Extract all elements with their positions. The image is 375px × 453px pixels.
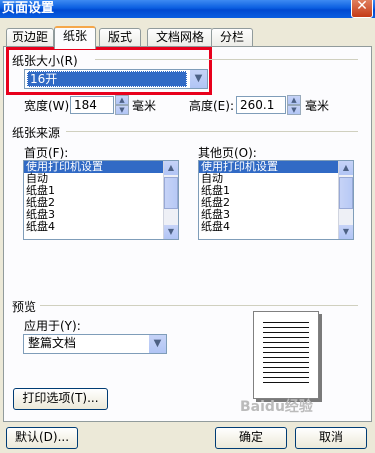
title-bar: 页面设置 ✕ (0, 0, 375, 18)
scroll-down-icon[interactable]: ▼ (164, 225, 178, 239)
width-unit: 毫米 (132, 99, 157, 113)
scroll-thumb[interactable] (339, 177, 353, 209)
divider (66, 131, 358, 132)
default-button[interactable]: 默认(D)... (6, 427, 78, 449)
scroll-down-icon[interactable]: ▼ (339, 225, 353, 239)
height-value: 260.1 (240, 98, 275, 112)
scroll-up-icon[interactable]: ▲ (164, 161, 178, 175)
ok-button[interactable]: 确定 (215, 427, 287, 449)
paper-size-label: 纸张大小(R) (12, 54, 78, 68)
chevron-down-icon[interactable]: ▼ (189, 70, 207, 88)
preview-label: 预览 (12, 300, 37, 314)
list-item[interactable]: 纸盘4 (199, 221, 353, 233)
width-input[interactable]: 184 (70, 96, 114, 114)
cancel-button[interactable]: 取消 (295, 427, 367, 449)
watermark-text: Baidu经验 (240, 399, 313, 415)
width-up-icon[interactable]: ▲ (115, 95, 129, 105)
tab-paper[interactable]: 纸张 (54, 26, 96, 49)
tab-layout[interactable]: 版式 (99, 28, 141, 47)
width-value: 184 (74, 98, 97, 112)
apply-to-value: 整篇文档 (28, 336, 77, 350)
divider (40, 305, 358, 306)
width-down-icon[interactable]: ▼ (115, 105, 129, 115)
paper-size-dropdown[interactable]: 16开 ▼ (24, 69, 208, 89)
apply-to-dropdown[interactable]: 整篇文档 ▼ (23, 334, 167, 354)
width-label: 宽度(W): (24, 99, 74, 113)
scrollbar[interactable]: ▲ ▼ (163, 161, 178, 239)
scroll-thumb[interactable] (164, 177, 178, 209)
height-input[interactable]: 260.1 (236, 96, 286, 114)
tab-document-grid[interactable]: 文档网格 (147, 28, 213, 47)
divider (95, 59, 358, 60)
height-unit: 毫米 (305, 99, 330, 113)
other-pages-listbox[interactable]: 使用打印机设置 自动 纸盘1 纸盘2 纸盘3 纸盘4 ▲ ▼ (198, 160, 354, 240)
height-label: 高度(E): (189, 99, 234, 113)
dialog-title: 页面设置 (2, 1, 55, 16)
apply-to-label: 应用于(Y): (24, 319, 81, 333)
page-preview-image (253, 311, 319, 399)
tab-margins[interactable]: 页边距 (6, 28, 54, 47)
first-page-label: 首页(F): (24, 146, 69, 160)
first-page-listbox[interactable]: 使用打印机设置 自动 纸盘1 纸盘2 纸盘3 纸盘4 ▲ ▼ (23, 160, 179, 240)
height-up-icon[interactable]: ▲ (287, 95, 301, 105)
paper-size-value: 16开 (27, 71, 187, 87)
page-setup-dialog: 页面设置 ✕ 页边距 纸张 版式 文档网格 分栏 纸张大小(R) 16开 ▼ 宽… (0, 0, 375, 453)
close-icon[interactable]: ✕ (351, 0, 373, 18)
height-down-icon[interactable]: ▼ (287, 105, 301, 115)
print-options-button[interactable]: 打印选项(T)... (13, 388, 108, 410)
chevron-down-icon[interactable]: ▼ (148, 335, 166, 353)
scrollbar[interactable]: ▲ ▼ (338, 161, 353, 239)
paper-source-label: 纸张来源 (12, 126, 61, 140)
other-pages-label: 其他页(O): (198, 146, 257, 160)
scroll-up-icon[interactable]: ▲ (339, 161, 353, 175)
list-item[interactable]: 纸盘4 (24, 221, 178, 233)
tab-columns[interactable]: 分栏 (211, 28, 253, 47)
